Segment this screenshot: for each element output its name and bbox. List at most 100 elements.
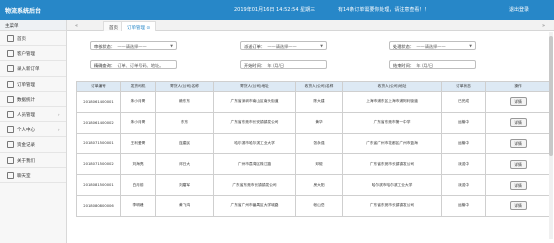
sidebar-item-label: 关于我们 bbox=[17, 158, 35, 164]
table-cell: 上海市浦东区上海市浦阿利街道 bbox=[342, 91, 442, 113]
table-cell: 2018071500001 bbox=[76, 132, 121, 155]
top-bar: 物流系统后台 2019年01月16日 14:52:54 星期三 有14条订单需要… bbox=[0, 0, 554, 20]
sidebar-item[interactable]: 客户管理 bbox=[0, 46, 66, 62]
sidebar-item[interactable]: 个人中心 › bbox=[0, 122, 66, 138]
current-datetime: 2019年01月16日 14:52:54 星期三 bbox=[234, 7, 316, 13]
table-cell: 广东省深圳市南山区南头街道 bbox=[213, 91, 296, 113]
tab-order-management[interactable]: 订单管理 ⊙ bbox=[121, 21, 157, 31]
sidebar-item-label: 聊天室 bbox=[17, 173, 31, 179]
sidebar-heading: 主菜单 bbox=[0, 20, 66, 31]
table-cell: 哈尔滨市哈尔滨工业大学 bbox=[342, 174, 442, 196]
sidebar-item-label: 个人中心 bbox=[17, 128, 35, 134]
table-cell: 哈尔滨市哈尔滨工业大学 bbox=[213, 132, 296, 155]
sidebar-item-label: 客户管理 bbox=[17, 52, 35, 58]
column-header: 寄货人(公司)地址 bbox=[213, 81, 296, 92]
dispatch-order-value: ——请选择—— bbox=[267, 44, 297, 49]
tab-prev-button[interactable]: « bbox=[75, 23, 78, 29]
column-header: 订单状态 bbox=[441, 81, 486, 92]
table-cell: 广东省东莞市长镇镇发公司 bbox=[213, 174, 296, 196]
table-cell: 刘海亮 bbox=[120, 153, 156, 176]
order-table: 订单编号 发货司机 寄货人(公司)名称 寄货人(公司)地址 收货人(公司)名称 收货人(公… bbox=[76, 81, 551, 217]
app-title: 物流系统后台 bbox=[5, 8, 42, 15]
chevron-right-icon: › bbox=[58, 111, 60, 117]
sidebar-item-label: 首页 bbox=[17, 37, 26, 42]
end-time-field[interactable]: 结束时间： 年 /月/日 bbox=[389, 60, 476, 69]
sidebar-item[interactable]: 数据统计 bbox=[0, 92, 66, 107]
start-time-field[interactable]: 开始时间： 年 /月/日 bbox=[240, 60, 327, 69]
table-cell: 2018061400001 bbox=[76, 91, 121, 113]
column-header: 订单编号 bbox=[76, 81, 121, 92]
sidebar-item[interactable]: 聊天室 bbox=[0, 168, 66, 183]
scrollbar-thumb[interactable] bbox=[549, 36, 553, 156]
table-cell: 邓日大 bbox=[155, 153, 214, 176]
details-button[interactable]: 详情 bbox=[509, 118, 527, 128]
home-icon bbox=[7, 35, 14, 42]
table-cell: 朱小月哥 bbox=[120, 111, 156, 134]
process-status-value: ——请选择—— bbox=[416, 44, 446, 49]
details-button[interactable]: 详情 bbox=[509, 201, 527, 211]
table-row: 2018061400002 朱小月哥 东东 广东省东莞市长安镇镇发公司 黄华 广东省东莞市… bbox=[76, 111, 551, 134]
table-cell: 详情 bbox=[485, 174, 551, 196]
table-cell: 详情 bbox=[485, 153, 551, 176]
sidebar-item-label: 人员管理 bbox=[17, 112, 35, 118]
sidebar-item[interactable]: 录入新订单 bbox=[0, 61, 66, 77]
user-icon bbox=[7, 50, 14, 58]
logout-button[interactable]: 退出登录 bbox=[509, 6, 529, 13]
start-time-value: 年 /月/日 bbox=[267, 63, 285, 68]
end-time-label: 结束时间： bbox=[393, 63, 414, 68]
table-cell: 广东省东莞市长镇镇发公司 bbox=[342, 194, 442, 217]
table-cell: 陈大建 bbox=[295, 91, 343, 113]
tab-next-button[interactable]: » bbox=[542, 23, 545, 29]
table-cell: 黄华 bbox=[295, 111, 343, 134]
table-cell: 运输中 bbox=[441, 111, 486, 134]
table-cell: 广东省东莞市第一中学 bbox=[342, 111, 442, 134]
table-cell: 广东省东莞市长安镇镇发公司 bbox=[213, 111, 296, 134]
process-status-select[interactable]: 处理状态： ——请选择—— ▼ bbox=[389, 41, 476, 50]
table-row: 2018071500002 刘海亮 邓日大 广州市荔湾区珠江路 邓毅 广东省东莞市长镇镇发… bbox=[76, 153, 551, 176]
details-button[interactable]: 详情 bbox=[509, 159, 527, 169]
details-button[interactable]: 详情 bbox=[509, 138, 527, 148]
people-icon bbox=[7, 110, 14, 118]
details-button[interactable]: 详情 bbox=[509, 97, 527, 107]
table-cell: 2018080800006 bbox=[76, 194, 121, 217]
table-cell: 运输中 bbox=[441, 194, 486, 217]
chevron-down-icon: ▼ bbox=[469, 44, 472, 48]
table-cell: 王利爱哥 bbox=[120, 132, 156, 155]
list-icon bbox=[7, 80, 14, 88]
details-button[interactable]: 详情 bbox=[509, 180, 527, 190]
sidebar-item[interactable]: 人员管理 › bbox=[0, 107, 66, 123]
process-status-label: 处理状态： bbox=[393, 44, 414, 49]
column-header: 寄货人(公司)名称 bbox=[155, 81, 214, 92]
table-cell: 详情 bbox=[485, 111, 551, 134]
person-icon bbox=[7, 126, 14, 134]
table-cell: 派送中 bbox=[441, 174, 486, 196]
start-time-label: 开始时间： bbox=[244, 63, 265, 68]
table-cell: 张永强 bbox=[295, 132, 343, 155]
sidebar-item[interactable]: 资金记录 bbox=[0, 137, 66, 153]
info-icon bbox=[7, 156, 14, 164]
sidebar-item[interactable]: 订单管理 bbox=[0, 77, 66, 92]
table-cell: 广东省广州市番禺区大学城路 bbox=[213, 194, 296, 217]
table-cell: 2018061400002 bbox=[76, 111, 121, 134]
table-cell: 详情 bbox=[485, 91, 551, 113]
table-cell: 2018081500001 bbox=[76, 174, 121, 196]
table-cell: 刘磨军 bbox=[155, 174, 214, 196]
keyword-search-field[interactable]: 精确查询： 订单、订单号码、地址。 bbox=[90, 60, 177, 69]
column-header: 收货人(公司)地址 bbox=[342, 81, 442, 92]
sidebar-item-label: 订单管理 bbox=[17, 82, 35, 88]
chevron-right-icon: › bbox=[58, 127, 60, 133]
order-notice[interactable]: 有14条订单需要你处理，请注意查看！！ bbox=[338, 6, 429, 13]
sidebar-item[interactable]: 关于我们 bbox=[0, 153, 66, 168]
chat-icon bbox=[7, 171, 14, 179]
table-row: 2018080800006 李明峰 黄飞鸿 广东省广州市番禺区大学城路 帐山岳 广东省东莞… bbox=[76, 194, 551, 217]
table-cell: 赖东东 bbox=[155, 91, 214, 113]
order-status-select[interactable]: 审核状态： ——请选择—— ▼ bbox=[90, 41, 177, 50]
sidebar: 主菜单 首页客户管理录入新订单订单管理数据统计人员管理 › 个人中心 › 资金记录关于我… bbox=[0, 20, 67, 243]
dispatch-order-label: 派送订单： bbox=[244, 44, 265, 49]
table-cell: 2018071500002 bbox=[76, 153, 121, 176]
table-cell: 东东 bbox=[155, 111, 214, 134]
sidebar-item[interactable]: 首页 bbox=[0, 31, 66, 47]
table-row: 2018061400001 朱小月哥 赖东东 广东省深圳市南山区南头街道 陈大建 上海市浦… bbox=[76, 91, 551, 113]
dispatch-order-select[interactable]: 派送订单： ——请选择—— ▼ bbox=[240, 41, 327, 50]
table-cell: 李明峰 bbox=[120, 194, 156, 217]
